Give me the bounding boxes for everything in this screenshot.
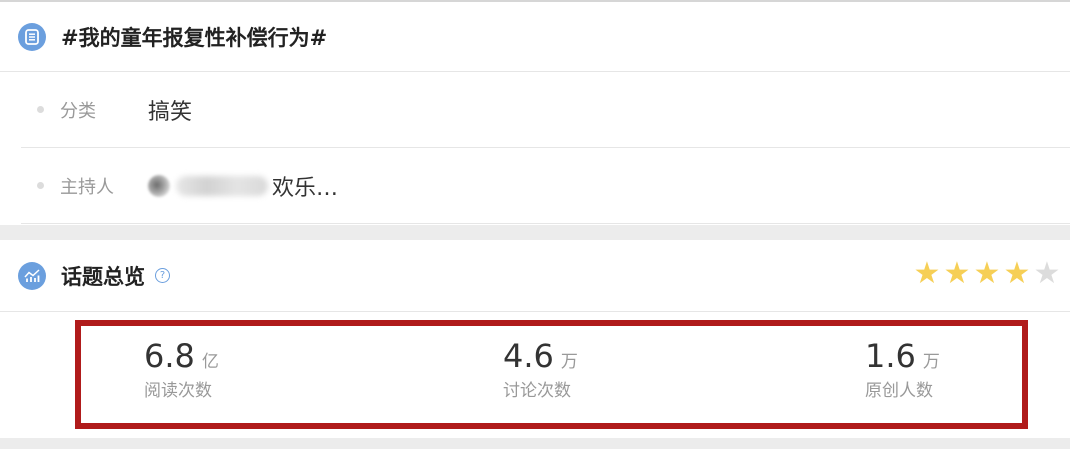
host-row: 主持人 欢乐… (21, 148, 1070, 224)
topic-header: #我的童年报复性补偿行为# (0, 2, 1070, 72)
stat-original-authors: 1.6 万 原创人数 (865, 338, 940, 401)
host-link[interactable]: 欢乐… (148, 170, 338, 202)
overview-header: 话题总览 ? ★ ★ ★ ★ ★ (0, 240, 1070, 312)
stat-value: 4.6 (503, 337, 554, 375)
stat-unit: 亿 (201, 352, 219, 372)
host-label: 主持人 (60, 176, 114, 198)
star-icon: ★ (913, 256, 941, 291)
topic-overview-card: 话题总览 ? ★ ★ ★ ★ ★ 6.8 亿 阅读次数 4.6 万 讨论次数 1.6 万… (0, 240, 1070, 438)
star-icon: ★ (1033, 256, 1061, 291)
category-label: 分类 (60, 100, 96, 122)
list-icon (18, 22, 46, 51)
star-icon: ★ (973, 256, 1001, 291)
stat-value: 1.6 (865, 337, 916, 375)
stat-label: 原创人数 (865, 381, 933, 401)
host-name-visible: 欢乐… (272, 175, 339, 201)
host-avatar (148, 174, 170, 197)
topic-info-card: #我的童年报复性补偿行为# 分类 搞笑 主持人 欢乐… (0, 0, 1070, 225)
stat-value: 6.8 (144, 337, 195, 375)
question-icon[interactable]: ? (155, 268, 170, 283)
stat-read-count: 6.8 亿 阅读次数 (144, 338, 219, 401)
stat-unit: 万 (922, 352, 940, 372)
overview-title: 话题总览 (61, 264, 145, 289)
stats-highlight-box: 6.8 亿 阅读次数 4.6 万 讨论次数 1.6 万 原创人数 (75, 320, 1028, 429)
stat-label: 阅读次数 (144, 381, 212, 401)
stat-discussion-count: 4.6 万 讨论次数 (503, 338, 578, 401)
stat-label: 讨论次数 (503, 381, 571, 401)
rating-stars: ★ ★ ★ ★ ★ (912, 259, 1062, 289)
stat-unit: 万 (560, 352, 578, 372)
bullet-dot (37, 106, 44, 113)
topic-title[interactable]: #我的童年报复性补偿行为# (61, 22, 327, 52)
category-row: 分类 搞笑 (21, 72, 1070, 148)
chart-icon (18, 261, 46, 290)
star-icon: ★ (1003, 256, 1031, 291)
blurred-host-name (176, 175, 268, 196)
star-icon: ★ (943, 256, 971, 291)
category-value[interactable]: 搞笑 (148, 94, 192, 126)
bullet-dot (37, 182, 44, 189)
